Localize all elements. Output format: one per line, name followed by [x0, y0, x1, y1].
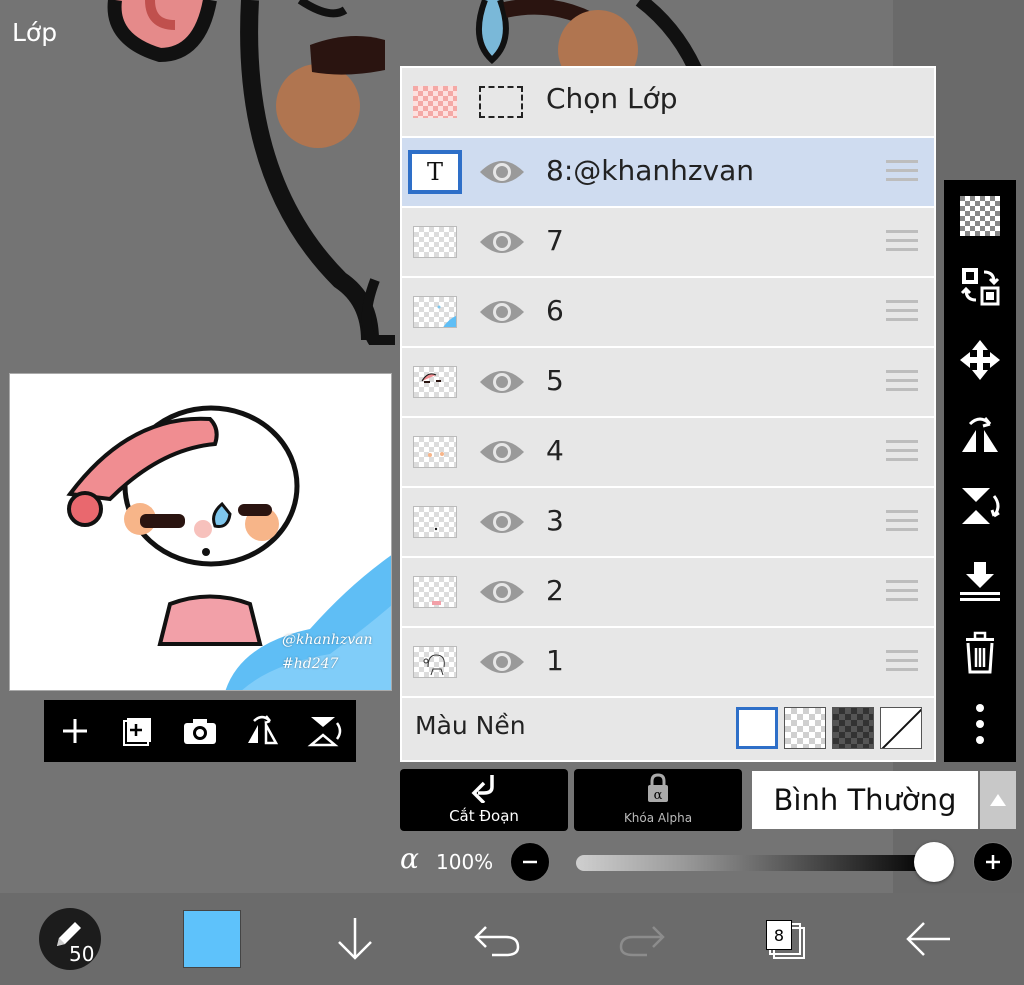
brush-size: 50	[69, 942, 95, 966]
alpha-lock-button[interactable]: α Khóa Alpha	[574, 769, 742, 831]
layer-thumb	[413, 296, 457, 328]
add-copy-icon[interactable]	[114, 707, 162, 755]
bottom-toolbar: 50 8	[0, 893, 1024, 985]
visibility-eye-icon[interactable]	[478, 294, 526, 330]
drag-handle-icon[interactable]	[886, 160, 918, 186]
blend-mode-select[interactable]: Bình Thường	[752, 771, 978, 829]
flip-vertical-icon[interactable]	[956, 482, 1004, 530]
bg-swatch-white[interactable]	[736, 707, 778, 749]
watermark-handle: @khanhzvan	[282, 632, 373, 648]
layer-name: 3	[546, 504, 564, 537]
visibility-eye-icon[interactable]	[478, 504, 526, 540]
opacity-decrease-button[interactable]	[510, 842, 550, 882]
undo-icon[interactable]	[470, 893, 524, 985]
canvas-preview[interactable]: @khanhzvan #hd247	[9, 373, 392, 691]
drag-handle-icon[interactable]	[886, 580, 918, 606]
layer-name: 8:@khanhzvan	[546, 154, 755, 187]
drag-handle-icon[interactable]	[886, 510, 918, 536]
lock-icon: α	[648, 773, 668, 803]
layer-thumb	[413, 226, 457, 258]
layer-panel-header: Chọn Lớp	[402, 68, 934, 138]
drag-handle-icon[interactable]	[886, 440, 918, 466]
opacity-slider-knob[interactable]	[914, 842, 954, 882]
svg-text:α: α	[654, 788, 663, 803]
layer-count: 8	[766, 920, 792, 950]
layer-row-5[interactable]: 5	[402, 348, 934, 418]
bg-swatch-transparent[interactable]	[784, 707, 826, 749]
layer-thumb	[413, 576, 457, 608]
background-color-label: Màu Nền	[415, 711, 526, 740]
layer-name: 6	[546, 294, 564, 327]
swap-icon[interactable]	[956, 262, 1004, 310]
layer-name: 4	[546, 434, 564, 467]
bg-swatch-none[interactable]	[880, 707, 922, 749]
layer-row-7[interactable]: 7	[402, 208, 934, 278]
layer-row-3[interactable]: 3	[402, 488, 934, 558]
flip-horizontal-icon[interactable]	[238, 707, 286, 755]
preview-toolbar	[44, 700, 356, 762]
opacity-row: α 100%	[400, 838, 1016, 888]
layer-panel: Chọn Lớp T 8:@khanhzvan 7 6 5 4 3 2 1 Mà…	[400, 66, 936, 762]
layer-name: 1	[546, 644, 564, 677]
merge-down-icon[interactable]	[956, 556, 1004, 604]
select-layer-icon[interactable]	[479, 86, 523, 118]
opacity-symbol: α	[400, 842, 419, 875]
text-layer-thumb: T	[408, 150, 462, 194]
visibility-eye-icon[interactable]	[478, 574, 526, 610]
drag-handle-icon[interactable]	[886, 370, 918, 396]
brush-button[interactable]: 50	[38, 893, 102, 985]
selection-thumb[interactable]	[413, 86, 457, 118]
visibility-eye-icon[interactable]	[478, 154, 526, 190]
redo-icon[interactable]	[615, 893, 669, 985]
clipping-button[interactable]: Cắt Đoạn	[400, 769, 568, 831]
layer-thumb	[413, 366, 457, 398]
opacity-increase-button[interactable]	[973, 842, 1013, 882]
alpha-lock-label: Khóa Alpha	[623, 811, 693, 825]
layer-thumb	[413, 646, 457, 678]
drag-handle-icon[interactable]	[886, 230, 918, 256]
back-arrow-icon[interactable]	[902, 893, 956, 985]
camera-icon[interactable]	[176, 707, 224, 755]
blend-mode-arrow-icon[interactable]	[980, 771, 1016, 829]
layer-row-4[interactable]: 4	[402, 418, 934, 488]
drag-handle-icon[interactable]	[886, 300, 918, 326]
visibility-eye-icon[interactable]	[478, 364, 526, 400]
opacity-slider[interactable]	[576, 855, 932, 871]
color-picker-button[interactable]	[183, 893, 241, 985]
layer-name: 2	[546, 574, 564, 607]
layer-name: 7	[546, 224, 564, 257]
select-layer-label[interactable]: Chọn Lớp	[546, 82, 678, 115]
screen-title: Lớp	[12, 18, 58, 47]
checker-icon[interactable]	[956, 192, 1004, 240]
flip-horizontal-icon[interactable]	[956, 410, 1004, 458]
visibility-eye-icon[interactable]	[478, 644, 526, 680]
move-icon[interactable]	[956, 336, 1004, 384]
more-icon[interactable]	[956, 700, 1004, 748]
layer-thumb	[413, 436, 457, 468]
opacity-value: 100%	[436, 850, 494, 874]
current-color-swatch	[183, 910, 241, 968]
layer-controls: Cắt Đoạn α Khóa Alpha Bình Thường	[400, 769, 1016, 831]
down-arrow-icon[interactable]	[330, 893, 380, 985]
layer-thumb	[413, 506, 457, 538]
drag-handle-icon[interactable]	[886, 650, 918, 676]
flip-vertical-icon[interactable]	[301, 707, 349, 755]
bg-swatch-dark[interactable]	[832, 707, 874, 749]
visibility-eye-icon[interactable]	[478, 224, 526, 260]
layer-row-1[interactable]: 1	[402, 628, 934, 698]
layers-button[interactable]: 8	[760, 893, 810, 985]
visibility-eye-icon[interactable]	[478, 434, 526, 470]
layer-row-6[interactable]: 6	[402, 278, 934, 348]
layer-row-2[interactable]: 2	[402, 558, 934, 628]
trash-icon[interactable]	[956, 628, 1004, 676]
background-color-row: Màu Nền	[402, 695, 934, 760]
clipping-arrow-icon	[471, 775, 494, 803]
layer-name: 5	[546, 364, 564, 397]
layer-side-toolbar	[944, 180, 1016, 762]
watermark-tag: #hd247	[282, 656, 339, 672]
clipping-label: Cắt Đoạn	[449, 807, 519, 825]
add-layer-icon[interactable]	[51, 707, 99, 755]
layer-row-8[interactable]: T 8:@khanhzvan	[402, 138, 934, 208]
